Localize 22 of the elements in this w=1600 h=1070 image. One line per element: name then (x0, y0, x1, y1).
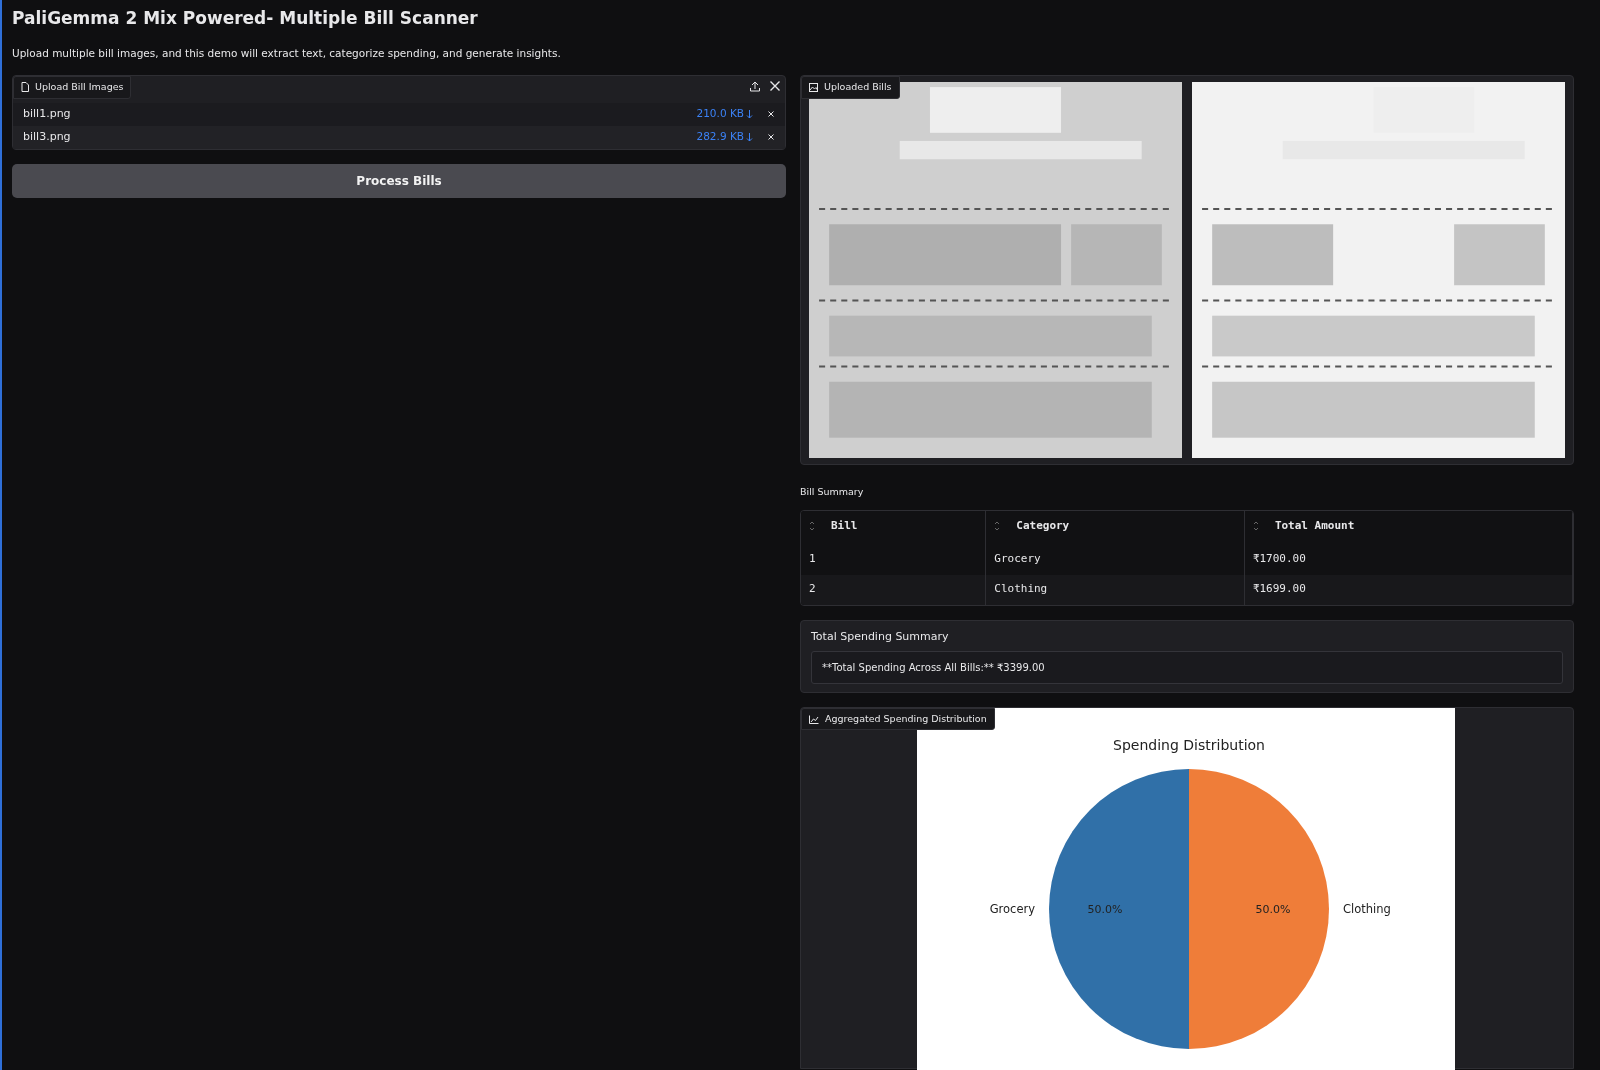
summary-text: **Total Spending Across All Bills:** ₹3399.00 (811, 651, 1563, 684)
file-name: bill3.png (23, 128, 71, 145)
file-size[interactable]: 210.0 KB (696, 106, 744, 122)
table-cell: Clothing (986, 574, 1245, 605)
plot-label: Aggregated Spending Distribution (801, 708, 995, 731)
table-cell: 2 (801, 574, 987, 605)
percent-label: 50.0% (1087, 903, 1123, 916)
upload-label: Upload Bill Images (13, 76, 132, 99)
slice-label: Clothing (1343, 902, 1391, 916)
file-size[interactable]: 282.9 KB (696, 129, 744, 145)
column-header[interactable]: Bill (801, 510, 987, 545)
table-label: Bill Summary (800, 485, 865, 500)
table-cell: ₹1699.00 (1244, 574, 1573, 605)
page-description: Upload multiple bill images, and this demo will extract text, categorize spending, and generate insights. (12, 45, 562, 61)
process-button[interactable]: Process Bills (12, 163, 786, 198)
summary-title: Total Spending Summary (811, 628, 950, 645)
gallery-label: Uploaded Bills (801, 76, 900, 99)
slice-label: Grocery (989, 902, 1035, 916)
page-title: PaliGemma 2 Mix Powered- Multiple Bill Scanner (12, 7, 479, 30)
percent-label: 50.0% (1255, 903, 1291, 916)
chart-title: Spending Distribution (1113, 737, 1265, 753)
file-name: bill1.png (23, 105, 71, 122)
